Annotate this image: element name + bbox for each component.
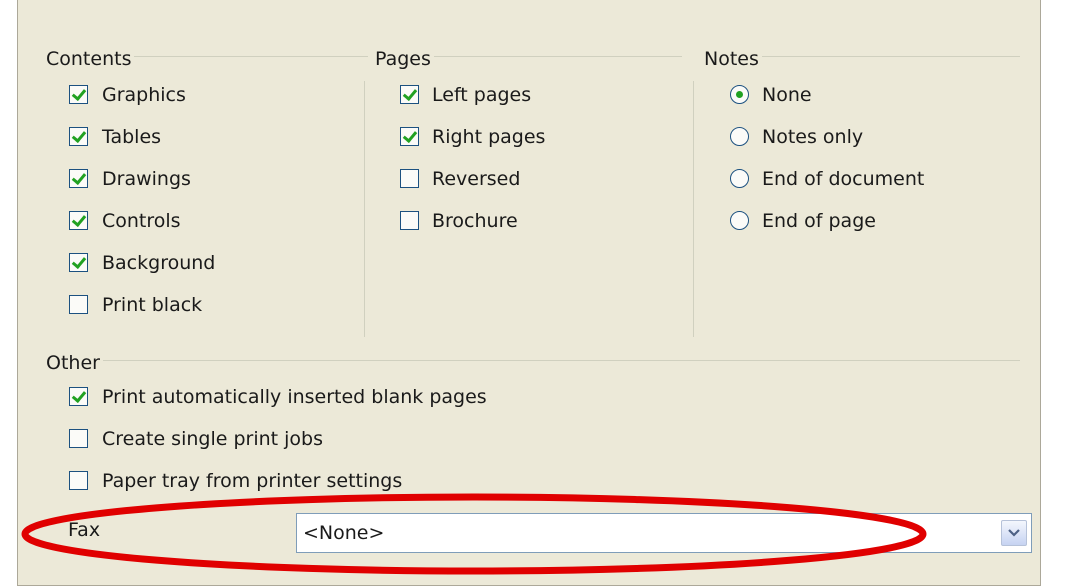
- fax-label: Fax: [68, 519, 101, 541]
- notes-group-title: Notes: [704, 48, 762, 70]
- fax-select-value: <None>: [303, 522, 385, 544]
- right-pages-checkbox[interactable]: [400, 127, 419, 146]
- paper-tray-checkbox[interactable]: [69, 471, 88, 490]
- other-group-title: Other: [46, 352, 103, 374]
- notes-none-label: None: [762, 84, 812, 106]
- print-black-label: Print black: [102, 294, 203, 316]
- reversed-checkbox[interactable]: [400, 169, 419, 188]
- pages-group-title: Pages: [375, 48, 434, 70]
- background-label: Background: [102, 252, 216, 274]
- drawings-checkbox[interactable]: [69, 169, 88, 188]
- right-pages-label: Right pages: [432, 126, 546, 148]
- print-black-checkbox[interactable]: [69, 295, 88, 314]
- contents-group-title: Contents: [46, 48, 135, 70]
- print-blank-pages-label: Print automatically inserted blank pages: [102, 386, 487, 408]
- fax-select[interactable]: <None>: [296, 513, 1032, 553]
- other-separator: [48, 360, 1020, 361]
- contents-pages-divider: [364, 81, 365, 337]
- single-print-jobs-label: Create single print jobs: [102, 428, 324, 450]
- controls-label: Controls: [102, 210, 181, 232]
- notes-only-label: Notes only: [762, 126, 864, 148]
- single-print-jobs-checkbox[interactable]: [69, 429, 88, 448]
- fax-dropdown-button[interactable]: [1001, 520, 1027, 546]
- notes-end-of-document-label: End of document: [762, 168, 925, 190]
- notes-none-radio[interactable]: [730, 85, 749, 104]
- notes-end-of-document-radio[interactable]: [730, 169, 749, 188]
- drawings-label: Drawings: [102, 168, 191, 190]
- notes-end-of-page-label: End of page: [762, 210, 876, 232]
- print-blank-pages-checkbox[interactable]: [69, 387, 88, 406]
- controls-checkbox[interactable]: [69, 211, 88, 230]
- left-pages-label: Left pages: [432, 84, 532, 106]
- tables-checkbox[interactable]: [69, 127, 88, 146]
- brochure-checkbox[interactable]: [400, 211, 419, 230]
- notes-only-radio[interactable]: [730, 127, 749, 146]
- brochure-label: Brochure: [432, 210, 518, 232]
- reversed-label: Reversed: [432, 168, 521, 190]
- graphics-label: Graphics: [102, 84, 186, 106]
- paper-tray-label: Paper tray from printer settings: [102, 470, 403, 492]
- left-pages-checkbox[interactable]: [400, 85, 419, 104]
- print-options-panel: Contents Graphics Tables Drawings Contro…: [17, 0, 1041, 586]
- background-checkbox[interactable]: [69, 253, 88, 272]
- graphics-checkbox[interactable]: [69, 85, 88, 104]
- tables-label: Tables: [102, 126, 162, 148]
- notes-end-of-page-radio[interactable]: [730, 211, 749, 230]
- chevron-down-icon: [1008, 529, 1020, 537]
- pages-notes-divider: [693, 81, 694, 337]
